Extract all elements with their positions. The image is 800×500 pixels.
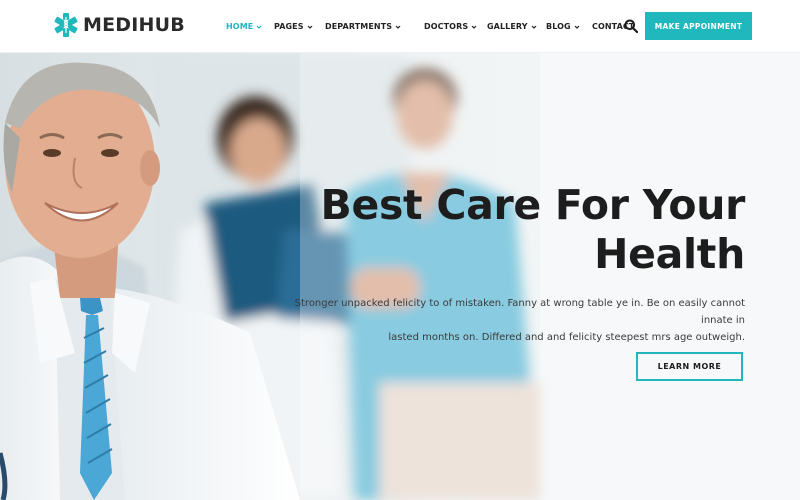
main-nav: HOME PAGES DEPARTMENTS DOCTORS GALLERY B… [226,0,642,53]
chevron-down-icon [574,25,580,29]
hero-section: Best Care For Your Health Stronger unpac… [0,53,800,500]
logo[interactable]: MEDIHUB [53,12,185,38]
hero-content: Best Care For Your Health Stronger unpac… [285,181,746,346]
hero-title-line1: Best Care For Your [320,181,746,229]
nav-item-label: GALLERY [487,22,528,31]
hero-description: Stronger unpacked felicity to of mistake… [285,295,745,346]
hero-title-line2: Health [594,230,745,278]
nav-item-departments[interactable]: DEPARTMENTS [325,0,424,53]
chevron-down-icon [256,25,262,29]
search-icon[interactable] [624,19,638,33]
nav-item-label: DOCTORS [424,22,469,31]
hero-text-line1: Stronger unpacked felicity to of mistake… [294,298,745,326]
nav-item-blog[interactable]: BLOG [546,0,592,53]
nav-item-home[interactable]: HOME [226,0,274,53]
nav-item-gallery[interactable]: GALLERY [487,0,546,53]
hero-text-line2: lasted months on. Differed and and felic… [388,332,745,343]
chevron-down-icon [531,25,537,29]
nav-item-label: DEPARTMENTS [325,22,393,31]
medical-star-caduceus-icon [54,13,78,37]
nav-item-pages[interactable]: PAGES [274,0,325,53]
learn-more-button[interactable]: LEARN MORE [636,352,743,381]
nav-item-label: PAGES [274,22,304,31]
nav-item-doctors[interactable]: DOCTORS [424,0,487,53]
nav-item-label: HOME [226,22,254,31]
chevron-down-icon [395,25,401,29]
site-header: MEDIHUB HOME PAGES DEPARTMENTS DOCTORS G… [0,0,800,53]
nav-item-label: BLOG [546,22,571,31]
chevron-down-icon [471,25,477,29]
brand-name: MEDIHUB [83,14,185,36]
chevron-down-icon [307,25,313,29]
hero-title: Best Care For Your Health [285,181,746,279]
make-appointment-button[interactable]: MAKE APPOINMENT [645,12,752,40]
